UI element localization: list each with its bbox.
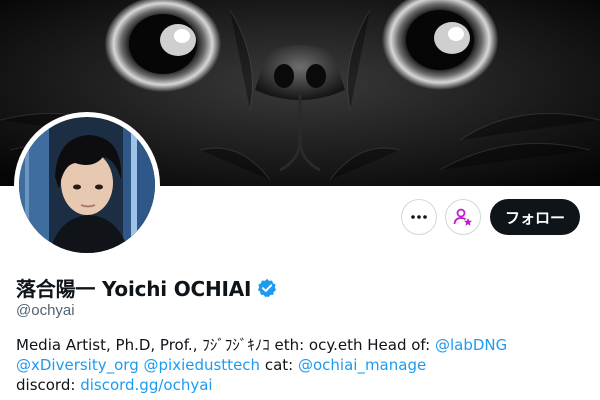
bio-text: cat: xyxy=(260,356,298,374)
bio-line-2: @xDiversity_org @pixiedusttech cat: @och… xyxy=(16,355,586,375)
mention-link-ochiai-manage[interactable]: @ochiai_manage xyxy=(298,356,426,374)
avatar-frame[interactable] xyxy=(14,112,160,258)
bio-text: Media Artist, Ph.D, Prof., ﾌｼﾞﾌｼﾞｷﾉｺ eth… xyxy=(16,336,435,354)
more-dots-icon xyxy=(411,215,427,219)
person-star-icon xyxy=(453,208,472,226)
bio-line-1: Media Artist, Ph.D, Prof., ﾌｼﾞﾌｼﾞｷﾉｺ eth… xyxy=(16,335,586,355)
profile-bio: Media Artist, Ph.D, Prof., ﾌｼﾞﾌｼﾞｷﾉｺ eth… xyxy=(16,335,586,395)
follow-button[interactable]: フォロー xyxy=(490,199,580,235)
bio-text: discord: xyxy=(16,376,81,394)
avatar[interactable] xyxy=(19,117,155,253)
discord-link[interactable]: discord.gg/ochyai xyxy=(80,376,212,394)
verified-badge-icon[interactable] xyxy=(257,278,277,298)
mention-link-xdiversity[interactable]: @xDiversity_org xyxy=(16,356,139,374)
profile-name-row: 落合陽一 Yoichi OCHIAI xyxy=(16,273,277,302)
mention-link-pixiedusttech[interactable]: @pixiedusttech xyxy=(144,356,261,374)
subscribe-button[interactable] xyxy=(445,199,481,235)
more-options-button[interactable] xyxy=(401,199,437,235)
mention-link-labdng[interactable]: @labDNG xyxy=(435,336,507,354)
avatar-photo xyxy=(19,117,155,253)
display-name: 落合陽一 Yoichi OCHIAI xyxy=(16,277,252,301)
bio-line-3: discord: discord.gg/ochyai xyxy=(16,375,586,395)
user-handle: @ochyai xyxy=(16,302,75,319)
